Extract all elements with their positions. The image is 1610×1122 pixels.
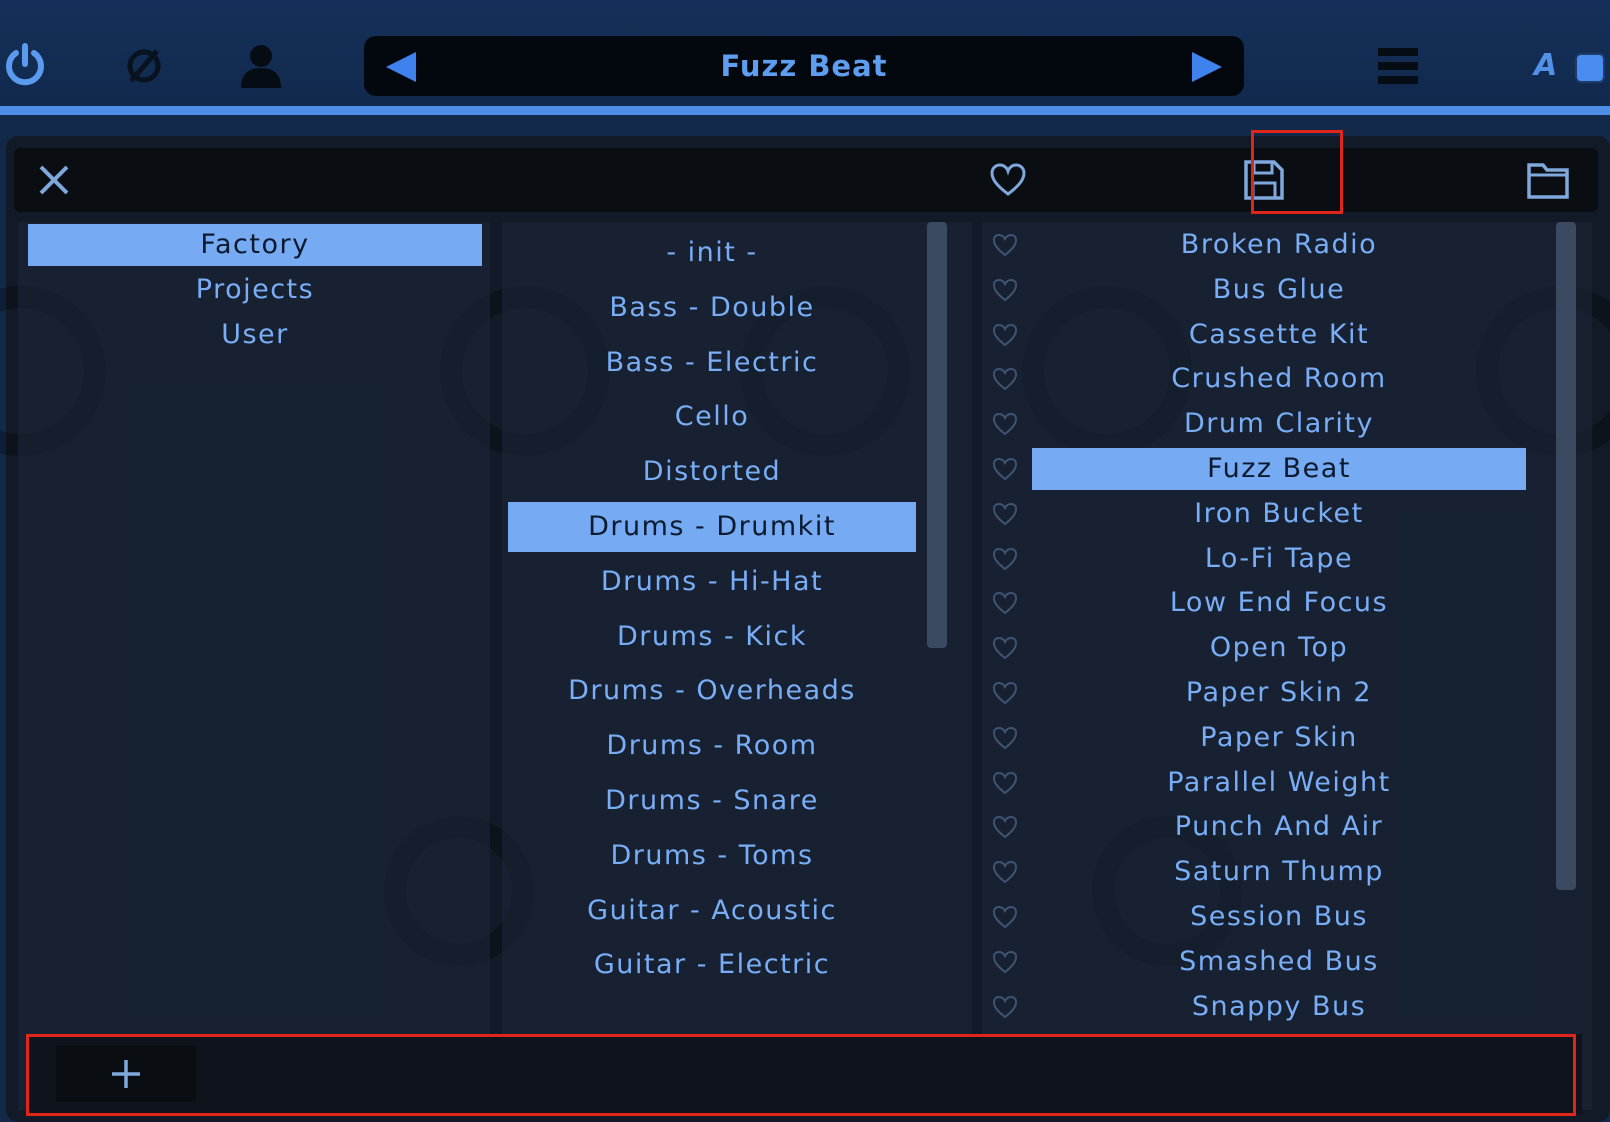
favorite-heart-icon[interactable] [992,681,1018,705]
user-icon[interactable] [236,40,286,90]
ab-compare-label[interactable]: A [1534,48,1557,83]
power-icon[interactable] [0,40,50,90]
categories-list-item[interactable]: Drums - Kick [508,612,916,662]
categories-list-item[interactable]: Drums - Hi-Hat [508,557,916,607]
favorite-heart-icon[interactable] [992,412,1018,436]
categories-list-item[interactable]: - init - [508,228,916,278]
favorite-heart-icon[interactable] [992,636,1018,660]
favorite-heart-icon[interactable] [992,815,1018,839]
presets-list-item[interactable]: Drum Clarity [1032,403,1526,445]
banks-list-item[interactable]: Projects [28,269,482,311]
heart-icon[interactable] [988,160,1028,200]
preset-browser-panel: Factory Projects User - init - Bass - Doubl… [0,130,1610,1122]
banks-list-item[interactable]: User [28,314,482,356]
category-scrollbar[interactable] [927,222,947,648]
favorite-heart-icon[interactable] [992,591,1018,615]
categories-list-item[interactable]: Cello [508,392,916,442]
next-preset-arrow-icon[interactable] [1190,50,1224,88]
bank-column: Factory Projects User [18,222,490,1110]
favorite-heart-icon[interactable] [992,771,1018,795]
categories-list-item[interactable]: Guitar - Electric [508,940,916,990]
presets-list-item[interactable]: Bus Glue [1032,269,1526,311]
favorite-heart-icon[interactable] [992,950,1018,974]
presets-list-item[interactable]: Paper Skin [1032,717,1526,759]
favorite-heart-icon[interactable] [992,502,1018,526]
categories-list-item[interactable]: Drums - Overheads [508,666,916,716]
presets-list-item[interactable]: Broken Radio [1032,224,1526,266]
categories-list-item[interactable]: Distorted [508,447,916,497]
presets-list-item[interactable]: Session Bus [1032,896,1526,938]
browser-toolbar [14,148,1598,212]
categories-list-item[interactable]: Guitar - Acoustic [508,886,916,936]
browser-bottom-bar [26,1034,1582,1114]
presets-list-item[interactable]: Paper Skin 2 [1032,672,1526,714]
presets-list-item[interactable]: Fuzz Beat [1032,448,1526,490]
presets-list-item[interactable]: Open Top [1032,627,1526,669]
categories-list-item[interactable]: Drums - Room [508,721,916,771]
top-bar: Fuzz Beat A [0,0,1610,108]
favorite-heart-icon[interactable] [992,547,1018,571]
folder-icon[interactable] [1524,156,1572,204]
favorite-heart-icon[interactable] [992,860,1018,884]
preset-selector: Fuzz Beat [364,36,1244,96]
categories-list-item[interactable]: Bass - Double [508,283,916,333]
presets-list-item[interactable]: Lo-Fi Tape [1032,538,1526,580]
hamburger-menu-icon[interactable] [1376,46,1420,86]
categories-list-item[interactable]: Drums - Snare [508,776,916,826]
categories-list-item[interactable]: Drums - Toms [508,831,916,881]
presets-list-item[interactable]: Punch And Air [1032,806,1526,848]
presets-list-item[interactable]: Iron Bucket [1032,493,1526,535]
presets-list-item[interactable]: Smashed Bus [1032,941,1526,983]
phase-invert-icon[interactable] [120,42,168,90]
preset-scrollbar[interactable] [1556,222,1576,890]
close-icon[interactable] [34,160,74,200]
plus-icon[interactable] [56,1046,196,1102]
category-column: - init - Bass - Double Bass - Electric Cell… [502,222,972,1110]
favorite-heart-icon[interactable] [992,995,1018,1019]
favorite-heart-icon[interactable] [992,323,1018,347]
favorite-heart-icon[interactable] [992,905,1018,929]
presets-list-item[interactable]: Crushed Room [1032,358,1526,400]
banks-list-item[interactable]: Factory [28,224,482,266]
preset-column: Broken Radio Bus Glue Cassette Kit Crushed … [982,222,1592,1110]
categories-list-item[interactable]: Drums - Drumkit [508,502,916,552]
favorite-heart-icon[interactable] [992,726,1018,750]
favorite-heart-icon[interactable] [992,367,1018,391]
presets-list-item[interactable]: Parallel Weight [1032,762,1526,804]
header-divider [0,106,1610,115]
favorite-heart-icon[interactable] [992,233,1018,257]
current-preset-name[interactable]: Fuzz Beat [484,36,1124,96]
save-icon[interactable] [1238,154,1290,206]
favorite-heart-icon[interactable] [992,278,1018,302]
ab-toggle[interactable] [1575,53,1605,83]
presets-list-item[interactable]: Cassette Kit [1032,314,1526,356]
presets-list-item[interactable]: Snappy Bus [1032,986,1526,1028]
prev-preset-arrow-icon[interactable] [384,50,418,88]
presets-list-item[interactable]: Saturn Thump [1032,851,1526,893]
categories-list-item[interactable]: Bass - Electric [508,338,916,388]
favorite-heart-icon[interactable] [992,457,1018,481]
presets-list-item[interactable]: Low End Focus [1032,582,1526,624]
